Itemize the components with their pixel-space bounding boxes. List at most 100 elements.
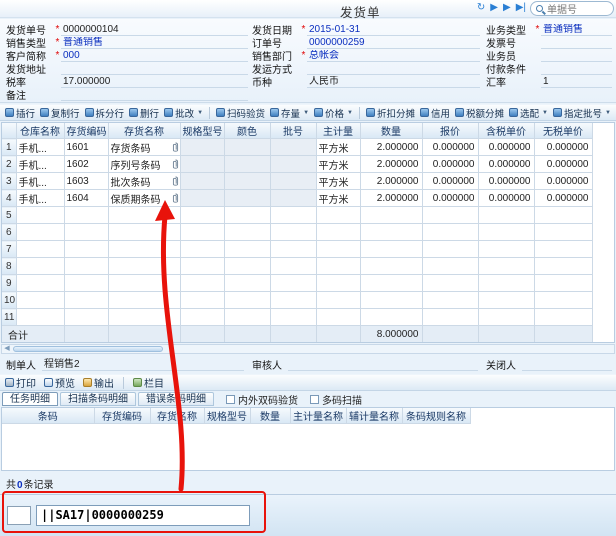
grid-cell[interactable]: 0.000000 <box>422 156 478 173</box>
grid-row-number[interactable]: 4 <box>2 190 16 207</box>
grid-cell[interactable] <box>16 275 64 292</box>
grid-cell[interactable] <box>180 173 224 190</box>
grid-cell[interactable] <box>360 224 422 241</box>
grid-cell[interactable] <box>478 224 534 241</box>
assign-batch-button[interactable]: 指定批号▼ <box>551 105 613 121</box>
grid-cell[interactable] <box>316 258 360 275</box>
grid-cell[interactable] <box>270 258 316 275</box>
grid-cell[interactable] <box>478 258 534 275</box>
grid-cell[interactable] <box>180 190 224 207</box>
grid-cell[interactable] <box>16 309 64 326</box>
refresh-icon[interactable]: ↻ <box>477 2 485 13</box>
grid-cell[interactable] <box>534 275 592 292</box>
grid-cell[interactable] <box>180 309 224 326</box>
document-search-box[interactable]: 单据号 <box>530 1 614 16</box>
grid-cell[interactable]: 0.000000 <box>478 190 534 207</box>
grid-cell[interactable] <box>108 258 180 275</box>
grid-cell[interactable] <box>180 275 224 292</box>
grid-cell[interactable] <box>224 241 270 258</box>
grid-cell[interactable] <box>316 224 360 241</box>
grid-cell[interactable] <box>316 275 360 292</box>
grid-cell[interactable] <box>16 241 64 258</box>
grid-cell[interactable]: 0.000000 <box>534 190 592 207</box>
grid-cell[interactable]: 手机... <box>16 173 64 190</box>
grid-cell[interactable]: 2.000000 <box>360 156 422 173</box>
grid-cell[interactable]: 手机... <box>16 190 64 207</box>
grid-cell[interactable] <box>534 258 592 275</box>
barcode-table-column-header[interactable]: 规格型号 <box>204 408 250 424</box>
grid-cell[interactable] <box>270 241 316 258</box>
grid-cell[interactable]: 存货条码 <box>108 139 180 156</box>
grid-cell[interactable] <box>180 241 224 258</box>
tab-error-barcodes[interactable]: 错误条码明细 <box>138 392 214 406</box>
grid-cell[interactable] <box>360 258 422 275</box>
grid-cell[interactable]: 0.000000 <box>534 173 592 190</box>
grid-cell[interactable] <box>64 309 108 326</box>
grid-cell[interactable] <box>108 275 180 292</box>
export-button[interactable]: 输出 <box>81 374 116 391</box>
grid-cell[interactable] <box>180 258 224 275</box>
grid-cell[interactable] <box>316 292 360 309</box>
grid-cell[interactable]: 10 <box>2 292 16 309</box>
grid-cell[interactable]: 8 <box>2 258 16 275</box>
grid-column-header[interactable] <box>2 123 16 139</box>
grid-cell[interactable] <box>180 207 224 224</box>
grid-cell[interactable]: 0.000000 <box>422 139 478 156</box>
grid-cell[interactable] <box>224 292 270 309</box>
grid-cell[interactable]: 11 <box>2 309 16 326</box>
grid-cell[interactable]: 0.000000 <box>422 173 478 190</box>
batch-edit-button[interactable]: 批改▼ <box>162 105 205 121</box>
grid-cell[interactable]: 2.000000 <box>360 139 422 156</box>
grid-cell[interactable] <box>422 309 478 326</box>
grid-cell[interactable] <box>64 292 108 309</box>
grid-cell[interactable] <box>270 292 316 309</box>
field-value[interactable] <box>61 63 248 75</box>
grid-cell[interactable]: 0.000000 <box>534 156 592 173</box>
grid-cell[interactable] <box>270 275 316 292</box>
grid-cell[interactable] <box>224 275 270 292</box>
prev-record-icon[interactable]: ▶ <box>490 2 498 13</box>
grid-cell[interactable] <box>534 207 592 224</box>
grid-column-header[interactable]: 数量 <box>360 123 422 139</box>
grid-cell[interactable] <box>478 207 534 224</box>
grid-cell[interactable] <box>360 241 422 258</box>
grid-cell[interactable] <box>422 258 478 275</box>
grid-column-header[interactable]: 批号 <box>270 123 316 139</box>
field-value[interactable] <box>61 89 248 101</box>
grid-cell[interactable] <box>360 207 422 224</box>
barcode-table-column-header[interactable]: 主计量名称 <box>290 408 346 424</box>
field-value[interactable]: 总帐会 <box>307 50 480 62</box>
grid-cell[interactable] <box>270 156 316 173</box>
barcode-table-column-header[interactable]: 存货编码 <box>94 408 150 424</box>
grid-cell[interactable] <box>360 275 422 292</box>
field-value[interactable] <box>541 63 612 75</box>
option-config-button[interactable]: 选配▼ <box>507 105 550 121</box>
grid-cell[interactable] <box>108 224 180 241</box>
grid-cell[interactable]: 手机... <box>16 156 64 173</box>
grid-cell[interactable] <box>64 258 108 275</box>
grid-cell[interactable] <box>180 292 224 309</box>
grid-row-number[interactable]: 2 <box>2 156 16 173</box>
field-value[interactable]: 人民币 <box>307 76 480 88</box>
barcode-table-column-header[interactable]: 存货名称 <box>150 408 204 424</box>
field-value[interactable]: 17.000000 <box>61 76 248 88</box>
field-value[interactable]: 0000000259 <box>307 37 480 49</box>
grid-cell[interactable] <box>180 156 224 173</box>
grid-cell[interactable] <box>316 309 360 326</box>
grid-horizontal-scrollbar[interactable]: ◀ <box>1 344 615 354</box>
grid-cell[interactable] <box>224 224 270 241</box>
grid-cell[interactable]: 1602 <box>64 156 108 173</box>
grid-cell[interactable] <box>16 258 64 275</box>
grid-cell[interactable] <box>534 292 592 309</box>
grid-cell[interactable] <box>180 139 224 156</box>
field-value[interactable]: 普通销售 <box>541 24 612 36</box>
grid-cell[interactable] <box>224 207 270 224</box>
grid-cell[interactable] <box>422 275 478 292</box>
checkbox-multi-code-scan[interactable]: 多码扫描 <box>310 392 362 406</box>
grid-cell[interactable] <box>478 241 534 258</box>
grid-cell[interactable] <box>108 207 180 224</box>
grid-cell[interactable]: 序列号条码 <box>108 156 180 173</box>
field-value[interactable]: 0000000104 <box>61 24 248 36</box>
grid-cell[interactable]: 0.000000 <box>422 190 478 207</box>
field-value[interactable]: 2015-01-31 <box>307 24 480 36</box>
